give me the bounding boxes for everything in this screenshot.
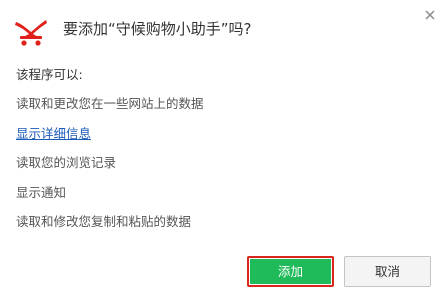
- permission-read-modify-clipboard: 读取和修改您复制和粘贴的数据: [16, 214, 192, 229]
- permission-show-notifications: 显示通知: [16, 184, 67, 200]
- add-extension-dialog: 要添加“守候购物小助手”吗? 该程序可以: 读取和更改您在一些网站上的数据 显示…: [0, 0, 447, 301]
- dialog-title: 要添加“守候购物小助手”吗?: [63, 20, 252, 38]
- show-details-link[interactable]: 显示详细信息: [16, 125, 204, 155]
- close-icon[interactable]: [423, 8, 437, 22]
- permissions-heading: 该程序可以:: [16, 67, 83, 82]
- cancel-button[interactable]: 取消: [344, 256, 431, 287]
- add-button[interactable]: 添加: [247, 256, 334, 287]
- cart-logo-icon: [15, 20, 47, 46]
- permission-read-change-site-data: 读取和更改您在一些网站上的数据: [16, 96, 204, 111]
- permission-read-browsing-history: 读取您的浏览记录: [16, 155, 117, 170]
- permissions-list: 读取和更改您在一些网站上的数据 显示详细信息 读取您的浏览记录 显示通知 读取和…: [16, 95, 204, 243]
